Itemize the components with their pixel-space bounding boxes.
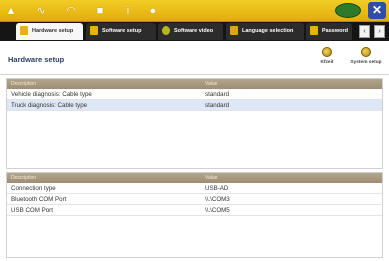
row-value: USB-AD [205,185,229,192]
key-icon [310,26,318,36]
system-setup-label: System setup [350,60,382,65]
top-toolbar: ▲ ∿ ◠ ■ i ● ✕ [0,0,389,22]
close-button[interactable]: ✕ [368,2,386,19]
column-header-value[interactable]: Value [205,79,217,89]
tab-label: Password [322,28,348,34]
row-description: Truck diagnosis: Cable type [11,102,88,109]
kfzeit-button[interactable]: Kfzeit [309,47,345,65]
table-header: Description Value [7,173,382,183]
divider [0,74,389,75]
tab-scroll-left-button[interactable]: ‹ [359,25,370,38]
software-icon [90,26,98,36]
kfzeit-label: Kfzeit [320,60,334,65]
row-description: Bluetooth COM Port [11,196,67,203]
brand-logo [335,3,361,18]
tab-bar: Hardware setup Software setup Software v… [0,22,389,41]
settings-icon [361,47,371,57]
tab-software-setup[interactable]: Software setup [86,23,156,40]
tab-label: Software video [174,28,214,34]
table-row-selected[interactable]: Truck diagnosis: Cable type standard [7,100,382,111]
hardware-icon [20,26,28,36]
table-row[interactable]: Bluetooth COM Port \\.\COM3 [7,194,382,205]
row-value: standard [205,91,230,98]
connection-table: Description Value Connection type USB-AD… [6,172,383,258]
row-value: \\.\COM3 [205,196,230,203]
cable-type-table: Description Value Vehicle diagnosis: Cab… [6,78,383,169]
info-icon[interactable]: i [121,4,135,18]
tab-password[interactable]: Password [306,23,352,40]
row-value: \\.\COM5 [205,207,230,214]
tab-label: Hardware setup [32,28,74,34]
tab-language-selection[interactable]: Language selection [226,23,304,40]
hardware-setup-page: Hardware setup Kfzeit System setup Descr… [0,41,389,261]
table-row[interactable]: USB COM Port \\.\COM5 [7,205,382,216]
row-description: Connection type [11,185,56,192]
system-setup-button[interactable]: System setup [346,47,386,65]
wifi-icon[interactable]: ◠ [64,4,78,18]
video-icon [162,26,170,36]
tab-hardware-setup[interactable]: Hardware setup [16,23,83,40]
page-title: Hardware setup [8,55,65,64]
tab-scroll-right-button[interactable]: › [374,25,385,38]
row-description: Vehicle diagnosis: Cable type [11,91,92,98]
column-header-description[interactable]: Description [11,79,36,89]
table-row[interactable]: Vehicle diagnosis: Cable type standard [7,89,382,100]
tab-label: Software setup [102,28,142,34]
column-header-value[interactable]: Value [205,173,217,183]
tab-label: Language selection [242,28,294,34]
row-value: standard [205,102,230,109]
wave-icon[interactable]: ∿ [34,4,48,18]
car-icon[interactable]: ▲ [4,4,18,18]
row-description: USB COM Port [11,207,53,214]
table-row[interactable]: Connection type USB-AD [7,183,382,194]
table-header: Description Value [7,79,382,89]
folder-icon[interactable]: ■ [93,4,107,18]
gear-icon [322,47,332,57]
flag-icon [230,26,238,36]
globe-icon[interactable]: ● [146,4,160,18]
column-header-description[interactable]: Description [11,173,36,183]
tab-software-video[interactable]: Software video [158,23,223,40]
